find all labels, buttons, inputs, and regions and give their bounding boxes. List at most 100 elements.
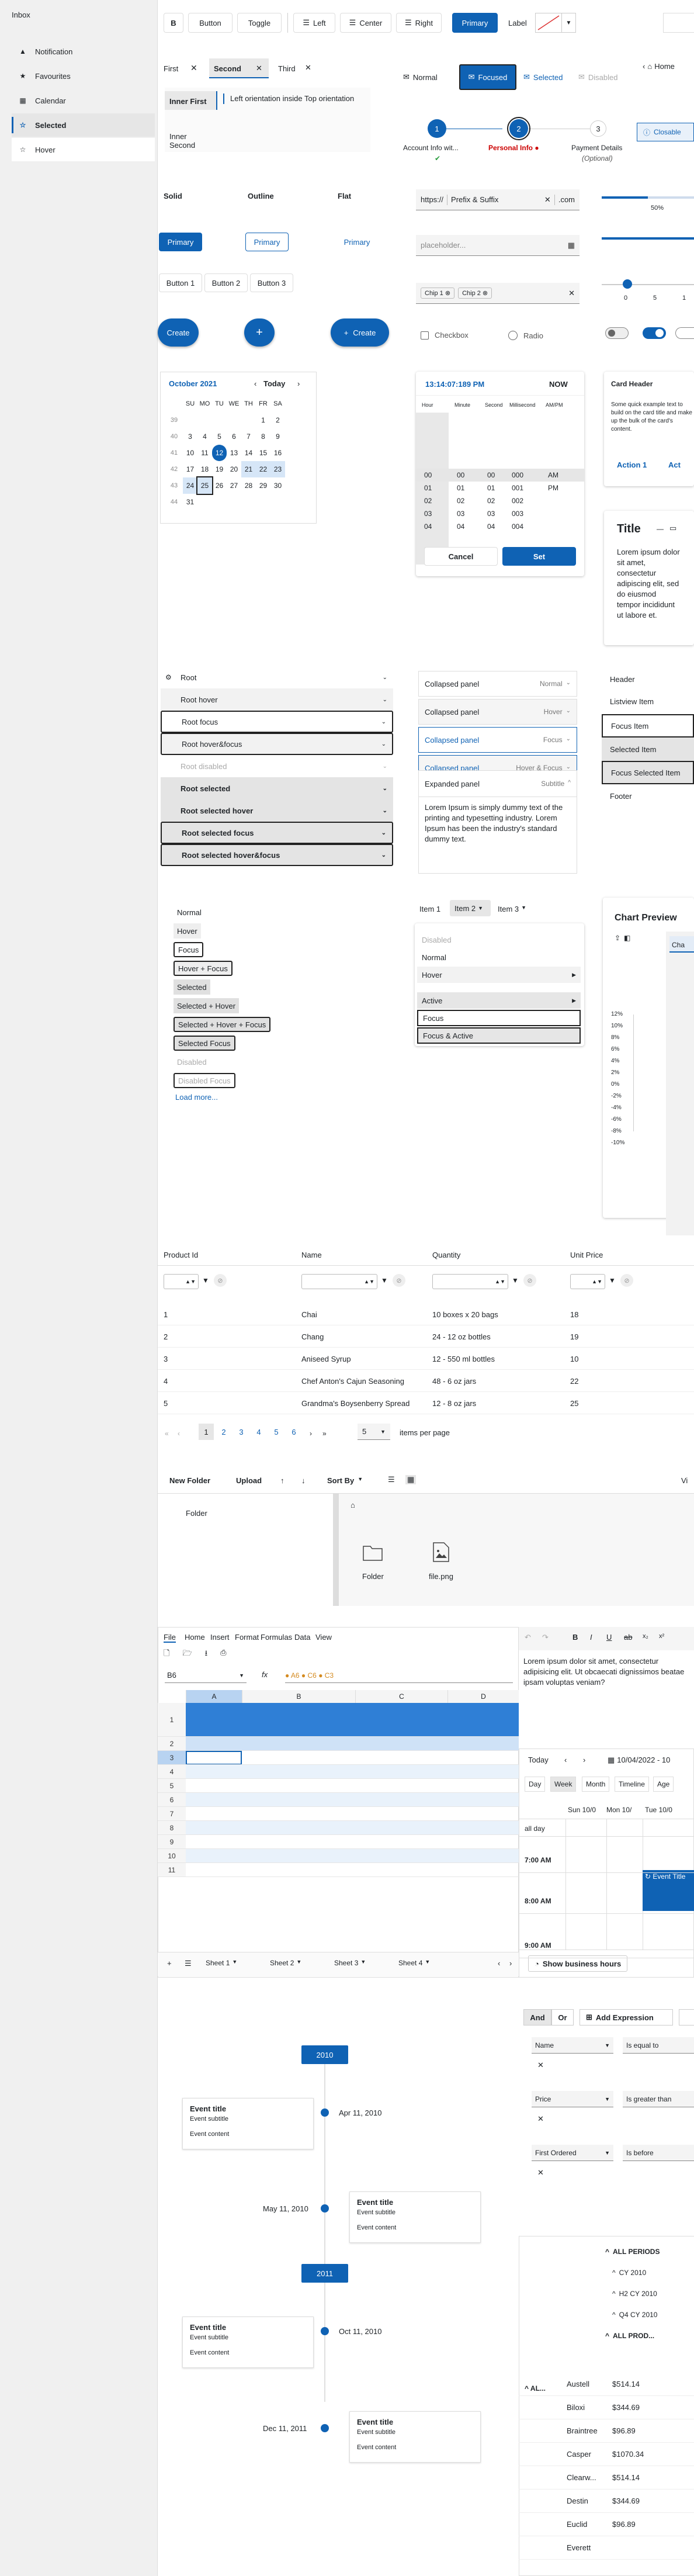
close-icon[interactable]: ✕ — [256, 64, 262, 73]
time-cell[interactable]: 00 — [424, 471, 432, 479]
filter-icon[interactable]: ▼ — [609, 1276, 616, 1284]
timeline-event-card[interactable]: Event title Event subtitle Event content — [349, 2411, 481, 2463]
spreadsheet-menu-item[interactable]: Format — [235, 1633, 259, 1642]
tree-item[interactable]: Root selected hover&focus ⌄ — [161, 844, 393, 866]
primary-outline-button[interactable]: Primary — [245, 233, 289, 251]
spreadsheet-menu-item[interactable]: Formulas — [261, 1633, 292, 1642]
calendar-day[interactable]: 16 — [270, 445, 285, 461]
pivot-row[interactable]: Euclid $96.89 — [519, 2513, 694, 2536]
primary-solid-button[interactable]: Primary — [159, 233, 202, 251]
page-button[interactable]: 6 — [286, 1424, 301, 1440]
time-cell[interactable]: AM — [548, 471, 558, 479]
switch-on[interactable] — [643, 327, 666, 339]
folder-icon[interactable] — [362, 1543, 383, 1561]
chevron-right-icon[interactable]: › — [583, 1756, 585, 1764]
table-row[interactable]: 1 Chai 10 boxes x 20 bags 18 — [158, 1303, 694, 1325]
toggle-focused[interactable]: ✉ Focused — [459, 64, 516, 90]
clear-filter-icon[interactable]: ⊘ — [393, 1274, 405, 1287]
list-view-icon[interactable]: ☰ — [388, 1475, 395, 1484]
cancel-button[interactable]: Cancel — [424, 547, 498, 566]
clear-icon[interactable]: ✕ — [568, 289, 575, 298]
time-cell[interactable]: 02 — [457, 497, 464, 505]
calendar-icon[interactable]: ▦ — [568, 241, 575, 250]
pivot-row[interactable]: Braintree $96.89 — [519, 2419, 694, 2443]
menu-item-1[interactable]: Item 1 — [419, 905, 440, 913]
close-icon[interactable]: ✕ — [537, 2114, 544, 2124]
column-header[interactable]: B — [242, 1690, 355, 1703]
chart-type-icon[interactable]: ◧ — [624, 934, 630, 942]
column-header[interactable]: D — [447, 1690, 519, 1703]
calendar-day[interactable]: 21 — [241, 461, 256, 477]
time-cell[interactable]: 01 — [457, 484, 464, 492]
splitter[interactable] — [333, 1494, 339, 1606]
open-folder-icon[interactable]: 🗁 — [182, 1648, 192, 1661]
timeline-event-card[interactable]: Event title Event subtitle Event content — [182, 2098, 314, 2149]
filter-icon[interactable]: ▼ — [202, 1276, 209, 1284]
time-cell[interactable]: 00 — [457, 471, 464, 479]
pivot-header[interactable]: ^ H2 CY 2010 — [612, 2290, 657, 2298]
list-item[interactable]: Focus — [173, 942, 204, 957]
menu-item-2[interactable]: Item 2 ▼ — [450, 900, 491, 916]
card-action-2[interactable]: Act — [668, 461, 681, 469]
load-more-link[interactable]: Load more... — [175, 1093, 218, 1102]
formula-input[interactable]: ● A6 ● C6 ● C3 — [285, 1668, 513, 1683]
grid-filter-input[interactable]: ▲▼ — [301, 1274, 377, 1289]
calendar-day[interactable]: 17 — [183, 461, 197, 477]
tree-item[interactable]: Root hover ⌄ — [161, 688, 393, 711]
tree-item[interactable]: Root selected hover ⌄ — [161, 799, 393, 822]
expansion-panel[interactable]: Collapsed panel Normal ⌄ — [418, 671, 577, 697]
grid-view-icon[interactable]: ▦ — [405, 1475, 417, 1484]
row-header[interactable]: 6 — [158, 1793, 186, 1807]
expansion-panel[interactable]: Collapsed panel Hover ⌄ — [418, 699, 577, 725]
pivot-row[interactable]: Everett — [519, 2536, 694, 2560]
folder-tree-item[interactable]: Folder — [186, 1509, 207, 1518]
page-button[interactable]: 3 — [234, 1424, 249, 1440]
filter-operator-select[interactable]: Is equal to — [623, 2037, 694, 2054]
page-button[interactable]: 4 — [251, 1424, 266, 1440]
listview-item[interactable]: Listview Item — [602, 690, 694, 713]
tree-item[interactable]: Root ⌄ — [161, 666, 393, 688]
time-cell[interactable]: 03 — [424, 510, 432, 518]
time-cell[interactable]: 02 — [424, 497, 432, 505]
pivot-header[interactable]: ^ Q4 CY 2010 — [612, 2311, 657, 2319]
chevron-right-icon[interactable]: › — [297, 379, 300, 388]
print-icon[interactable]: ⎙ — [220, 1648, 226, 1661]
calendar-day[interactable]: 31 — [183, 494, 197, 510]
button-button[interactable]: Button — [188, 13, 233, 33]
calendar-day[interactable]: 9 — [270, 428, 285, 445]
date-input[interactable]: placeholder... ▦ — [416, 235, 580, 256]
sheet-list-icon[interactable]: ☰ — [185, 1959, 192, 1968]
export-icon[interactable]: ⇪ — [615, 934, 620, 942]
spreadsheet-menu-item[interactable]: File — [164, 1633, 176, 1643]
calendar-month[interactable]: October 2021 — [169, 379, 217, 388]
align-left-button[interactable]: ☰ Left — [293, 13, 335, 33]
time-cell[interactable]: 003 — [512, 510, 523, 518]
calendar-day[interactable]: 26 — [212, 477, 227, 494]
scheduler-today-button[interactable]: Today — [528, 1756, 549, 1764]
align-right-button[interactable]: ☰ Right — [396, 13, 442, 33]
tree-item[interactable]: Root hover&focus ⌄ — [161, 733, 393, 755]
row-header[interactable]: 1 — [158, 1703, 186, 1737]
time-cell[interactable]: 04 — [457, 522, 464, 531]
bold-button[interactable]: B — [164, 13, 183, 33]
row-header[interactable]: 3 — [158, 1751, 186, 1765]
tree-item[interactable]: Root focus ⌄ — [161, 711, 393, 733]
menu-item[interactable]: Focus — [417, 1010, 581, 1026]
calendar-day[interactable]: 11 — [197, 445, 212, 461]
checkbox[interactable]: Checkbox — [421, 331, 469, 340]
inner-tab-second[interactable]: Inner Second — [165, 126, 217, 150]
step-2[interactable]: 2 — [507, 117, 530, 140]
slider-handle[interactable] — [623, 279, 632, 289]
calendar-day[interactable]: 4 — [197, 428, 212, 445]
tab-second[interactable]: Second ✕ — [209, 58, 269, 78]
chart-settings-tab[interactable]: Cha — [669, 936, 694, 953]
primary-flat-button[interactable]: Primary — [335, 233, 379, 251]
menu-item-3[interactable]: Item 3 ▼ — [498, 905, 526, 913]
grid-filter-input[interactable]: ▲▼ — [164, 1274, 199, 1289]
time-cell[interactable]: 01 — [487, 484, 495, 492]
breadcrumb[interactable]: ‹ ⌂ Home — [643, 62, 675, 71]
add-expression-button[interactable]: ⊞ Add Expression — [580, 2009, 673, 2026]
group-button-2[interactable]: Button 2 — [204, 273, 248, 292]
page-button[interactable]: 2 — [216, 1424, 231, 1440]
list-item[interactable]: Normal — [173, 905, 205, 920]
